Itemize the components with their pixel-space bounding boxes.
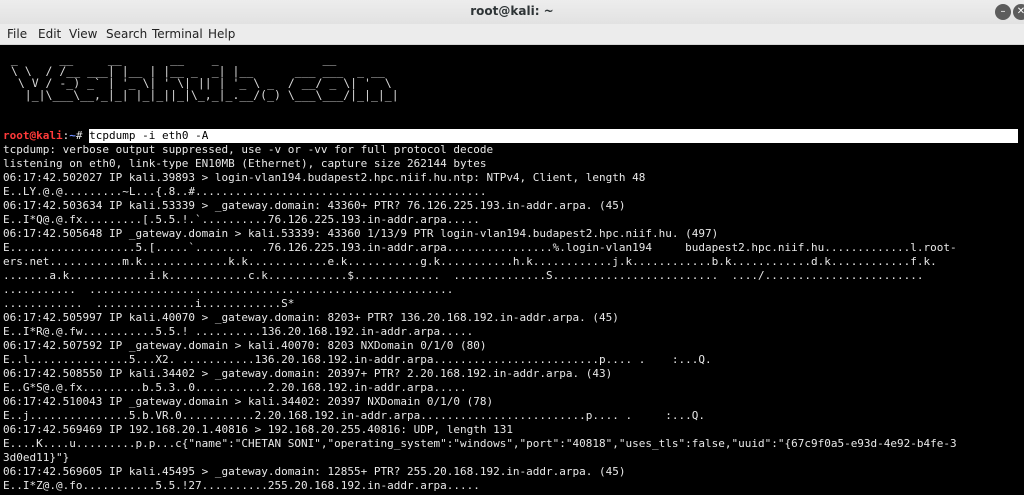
- output-line: 06:17:42.508550 IP kali.34402 > _gateway…: [3, 367, 613, 380]
- terminal-output: root@kali:~# tcpdump -i eth0 -A tcpdump:…: [3, 129, 1024, 493]
- menu-help[interactable]: Help: [208, 27, 235, 41]
- output-line: E...................5.[.....`......... .…: [3, 241, 957, 254]
- menu-view[interactable]: View: [69, 27, 97, 41]
- output-line: ............ ...............i...........…: [3, 297, 295, 310]
- menu-file[interactable]: File: [7, 27, 27, 41]
- output-line: E..LY.@.@.........~L...{.8..#...........…: [3, 185, 487, 198]
- output-line: 06:17:42.569605 IP kali.45495 > _gateway…: [3, 465, 626, 478]
- output-line: E..I*R@.@.fw...........5.5.! ..........1…: [3, 325, 474, 338]
- terminal-window: root@kali: ~ – ✕ File Edit View Search T…: [0, 0, 1024, 495]
- output-line: tcpdump: verbose output suppressed, use …: [3, 143, 494, 156]
- output-line: 3d0ed11}"}: [3, 451, 70, 464]
- command-text[interactable]: tcpdump -i eth0 -A: [89, 129, 1019, 143]
- output-line: listening on eth0, link-type EN10MB (Eth…: [3, 157, 487, 170]
- prompt-user: root@kali: [3, 129, 63, 142]
- prompt-path: ~: [69, 129, 76, 142]
- menu-search[interactable]: Search: [106, 27, 147, 41]
- close-icon[interactable]: ✕: [1013, 4, 1024, 20]
- prompt-hash: #: [75, 129, 90, 142]
- output-line: 06:17:42.503634 IP kali.53339 > _gateway…: [3, 199, 626, 212]
- output-line: 06:17:42.505997 IP kali.40070 > _gateway…: [3, 311, 619, 324]
- output-line: 06:17:42.569469 IP 192.168.20.1.40816 > …: [3, 423, 513, 436]
- minimize-icon[interactable]: –: [995, 4, 1011, 20]
- output-line: ........... ............................…: [3, 283, 454, 296]
- prompt-line: root@kali:~# tcpdump -i eth0 -A: [3, 129, 1024, 143]
- menu-terminal[interactable]: Terminal: [152, 27, 203, 41]
- output-line: E..I*Z@.@.fo...........5.5.!27..........…: [3, 479, 480, 492]
- output-line: ers.net...........m.k.............k.k...…: [3, 255, 937, 268]
- menu-edit[interactable]: Edit: [38, 27, 61, 41]
- output-line: .......a.k............i.k............c.k…: [3, 269, 924, 282]
- output-line: E..I*Q@.@.fx.........[.5.5.!.`..........…: [3, 213, 480, 226]
- terminal-area[interactable]: _ __ __ __ _ __ \ \ / /__ ___| |__ | |__…: [0, 45, 1024, 495]
- output-line: 06:17:42.502027 IP kali.39893 > login-vl…: [3, 171, 646, 184]
- output-line: 06:17:42.505648 IP _gateway.domain > kal…: [3, 227, 719, 240]
- output-line: 06:17:42.507592 IP _gateway.domain > kal…: [3, 339, 487, 352]
- output-line: E....K....u.........p.p...c{"name":"CHET…: [3, 437, 957, 450]
- title-bar[interactable]: root@kali: ~ – ✕: [0, 0, 1024, 25]
- window-title: root@kali: ~: [470, 4, 554, 18]
- output-line: E..j...............5.b.VR.0...........2.…: [3, 409, 705, 422]
- output-line: 06:17:42.510043 IP _gateway.domain > kal…: [3, 395, 494, 408]
- output-line: E..G*S@.@.fx.........b.5.3..0...........…: [3, 381, 467, 394]
- output-line: E..l...............5...X2. ...........13…: [3, 353, 712, 366]
- ascii-banner: _ __ __ __ _ __ \ \ / /__ ___| |__ | |__…: [10, 52, 399, 102]
- menu-bar: File Edit View Search Terminal Help: [0, 24, 1024, 45]
